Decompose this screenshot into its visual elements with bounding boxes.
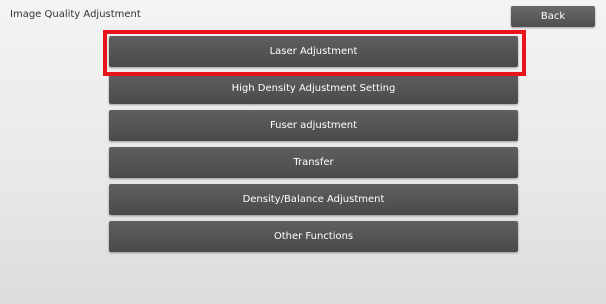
transfer-button[interactable]: Transfer <box>109 147 518 178</box>
adjustment-menu: Laser Adjustment High Density Adjustment… <box>109 36 518 258</box>
high-density-adjustment-setting-button[interactable]: High Density Adjustment Setting <box>109 73 518 104</box>
header-bar: Image Quality Adjustment Back <box>0 0 606 28</box>
laser-adjustment-button[interactable]: Laser Adjustment <box>109 36 518 67</box>
screen-title: Image Quality Adjustment <box>10 9 141 20</box>
density-balance-adjustment-button[interactable]: Density/Balance Adjustment <box>109 184 518 215</box>
fuser-adjustment-button[interactable]: Fuser adjustment <box>109 110 518 141</box>
other-functions-button[interactable]: Other Functions <box>109 221 518 252</box>
image-quality-adjustment-screen: Image Quality Adjustment Back Laser Adju… <box>0 0 606 304</box>
back-button[interactable]: Back <box>511 6 595 27</box>
